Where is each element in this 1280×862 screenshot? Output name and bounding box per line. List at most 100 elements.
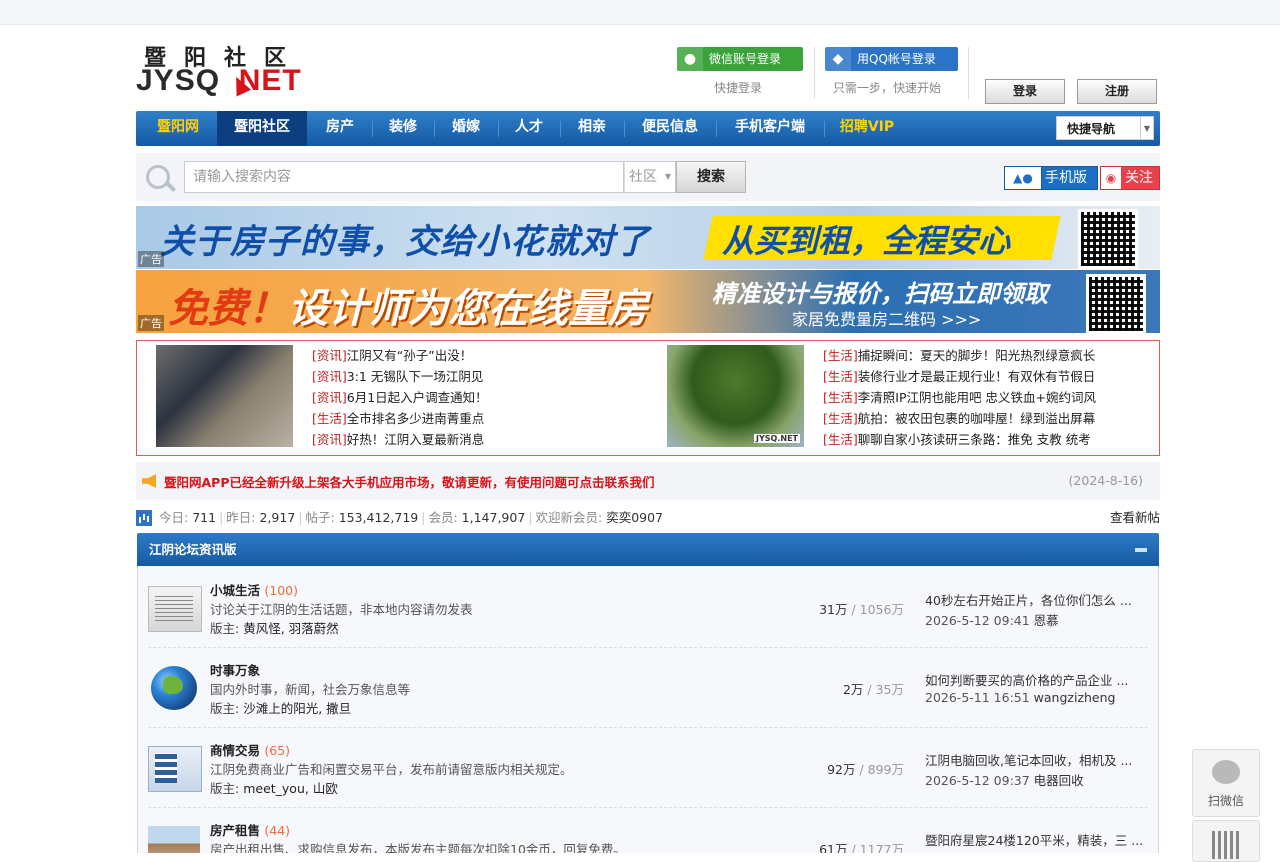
ad-banner-design[interactable]: 免费！设计师为您在线量房 精准设计与报价，扫码立即领取 家居免费量房二维码 >>…: [136, 270, 1160, 333]
search-input[interactable]: [185, 162, 623, 192]
board-counts: 2万 / 35万: [842, 682, 904, 697]
nav-divider: [560, 121, 561, 137]
board-name[interactable]: 小城生活 (100): [210, 580, 298, 599]
news-photo[interactable]: JYSQ.NET: [667, 345, 804, 447]
search-icon: [146, 165, 170, 189]
nav-divider: [372, 121, 373, 137]
collapse-icon[interactable]: [1135, 548, 1147, 552]
bar-chart-icon: [136, 510, 152, 526]
news-item[interactable]: [生活]捕捉瞬间：夏天的脚步！阳光热烈绿意疯长: [823, 345, 1163, 366]
mobile-version-button[interactable]: ▲● 手机版: [1004, 166, 1098, 190]
quick-nav-dropdown[interactable]: 快捷导航 ▼: [1056, 116, 1154, 140]
last-post-meta: 2026-5-12 09:41 恩慕: [925, 613, 1059, 628]
nav-divider: [624, 121, 625, 137]
site-logo[interactable]: 暨阳社区 JYSQ NET: [136, 40, 326, 102]
board-description: 房产出租出售、求购信息发布，本版发布主题每次扣除10金币，回复免费。: [210, 842, 626, 853]
board-moderators: 版主: 黄风怪, 羽落蔚然: [210, 621, 339, 636]
weibo-follow-button[interactable]: ◉ 关注: [1100, 166, 1160, 190]
nav-item-mobile-app[interactable]: 手机客户端: [720, 111, 820, 146]
section-title[interactable]: 江阴论坛资讯版: [149, 533, 237, 566]
last-post-user[interactable]: 电器回收: [1034, 773, 1084, 788]
trade-building-icon[interactable]: [148, 746, 202, 792]
board-name[interactable]: 商情交易 (65): [210, 740, 290, 759]
board-row: 小城生活 (100) 讨论关于江阴的生活话题，非本地内容请勿发表 版主: 黄风怪…: [148, 568, 1148, 648]
qq-login-button[interactable]: ◆ 用QQ帐号登录: [825, 47, 958, 71]
main-nav: 暨阳网 暨阳社区 房产 装修 婚嫁 人才 相亲 便民信息 手机客户端 招聘VIP…: [136, 111, 1160, 146]
wechat-float-button[interactable]: 扫微信: [1192, 749, 1260, 817]
board-name[interactable]: 时事万象: [210, 660, 260, 679]
qr-code-icon: [1078, 209, 1138, 269]
news-item[interactable]: [资讯]好热！江阴入夏最新消息: [312, 429, 652, 450]
board-counts: 31万 / 1056万: [819, 602, 904, 617]
weibo-icon: ◉: [1101, 167, 1121, 189]
stat-yesterday: 2,917: [259, 510, 296, 525]
divider: [968, 47, 969, 99]
news-item[interactable]: [生活]装修行业才是最正规行业！有双休有节假日: [823, 366, 1163, 387]
last-post-title[interactable]: 暨阳府星宸24楼120平米，精装，三 ...: [925, 830, 1143, 849]
news-list-left: [资讯]江阴又有“孙子”出没！ [资讯]3:1 无锡队下一场江阴见 [资讯]6月…: [312, 345, 652, 450]
nav-item-community[interactable]: 暨阳社区: [217, 111, 307, 146]
quick-nav-label: 快捷导航: [1067, 122, 1116, 136]
board-moderators: 版主: 沙滩上的阳光, 撒旦: [210, 701, 352, 716]
board-counts: 61万 / 1177万: [819, 842, 904, 853]
view-new-posts-link[interactable]: 查看新帖: [1110, 508, 1160, 528]
qr-code-icon: [1086, 274, 1146, 333]
banner-headline: 免费！设计师为您在线量房: [168, 285, 648, 332]
board-description: 讨论关于江阴的生活话题，非本地内容请勿发表: [210, 602, 473, 617]
house-icon[interactable]: [148, 826, 200, 853]
last-post-title[interactable]: 40秒左右开始正片，各位你们怎么 ...: [925, 590, 1132, 609]
board-name[interactable]: 房产租售 (44): [210, 820, 290, 839]
nav-item-recruit-vip[interactable]: 招聘VIP: [828, 111, 906, 146]
follow-label: 关注: [1125, 170, 1153, 186]
board-description: 国内外时事，新闻，社会万象信息等: [210, 682, 411, 697]
wechat-login-button[interactable]: ● 微信账号登录: [677, 47, 803, 71]
news-item[interactable]: [资讯]3:1 无锡队下一场江阴见: [312, 366, 652, 387]
last-post-title[interactable]: 如何判断要买的高价格的产品企业 ...: [925, 670, 1128, 689]
search-scope-select[interactable]: 社区 ▼: [624, 161, 676, 193]
wechat-float-label: 扫微信: [1207, 794, 1244, 808]
logo-english: JYSQ NET: [136, 64, 302, 97]
chevron-down-icon: ▼: [1140, 117, 1153, 139]
divider: [814, 47, 815, 99]
newest-member-link[interactable]: 奕奕0907: [606, 510, 663, 525]
announcement-link[interactable]: 暨阳网APP已经全新升级上架各大手机应用市场，敬请更新，有使用问题可点击联系我们: [164, 472, 655, 491]
chevron-down-icon: ▼: [664, 172, 671, 181]
nav-item-wedding[interactable]: 婚嫁: [438, 111, 494, 146]
ad-label: 广告: [138, 315, 164, 331]
nav-divider: [716, 121, 717, 137]
ad-banner-house[interactable]: 关于房子的事，交给小花就对了 从买到租，全程安心 广告: [136, 206, 1160, 269]
register-button[interactable]: 注册: [1077, 79, 1157, 104]
ad-label: 广告: [138, 251, 164, 267]
announcement-date: (2024-8-16): [1068, 473, 1143, 488]
banner-subtext: 家居免费量房二维码 >>>: [792, 310, 982, 329]
board-row: 商情交易 (65) 江阴免费商业广告和闲置交易平台，发布前请留意版内相关规定。 …: [148, 728, 1148, 808]
news-item[interactable]: [生活]聊聊自家小孩读研三条路：推免 支教 统考: [823, 429, 1163, 450]
board-description: 江阴免费商业广告和闲置交易平台，发布前请留意版内相关规定。: [210, 762, 573, 777]
qq-penguin-icon: ◆: [825, 47, 851, 71]
globe-icon[interactable]: [151, 666, 197, 710]
news-photo[interactable]: [156, 345, 293, 447]
nav-item-dating[interactable]: 相亲: [564, 111, 620, 146]
newspaper-icon[interactable]: [148, 586, 202, 632]
nav-item-services[interactable]: 便民信息: [628, 111, 712, 146]
board-counts: 92万 / 899万: [827, 762, 904, 777]
login-button[interactable]: 登录: [985, 79, 1065, 104]
news-item[interactable]: [资讯]江阴又有“孙子”出没！: [312, 345, 652, 366]
last-post-user[interactable]: wangzizheng: [1034, 690, 1116, 705]
wechat-icon: [1212, 760, 1240, 784]
search-button[interactable]: 搜索: [676, 161, 746, 193]
last-post-user[interactable]: 恩慕: [1034, 613, 1059, 628]
news-item[interactable]: [生活]全市排名多少进南菁重点: [312, 408, 652, 429]
news-item[interactable]: [生活]李清照IP江阴也能用吧 忠义铁血+婉约词风: [823, 387, 1163, 408]
qr-float-button[interactable]: [1192, 820, 1260, 862]
last-post-title[interactable]: 江阴电脑回收,笔记本回收，相机及 ...: [925, 750, 1132, 769]
last-post-meta: 2026-5-12 09:37 电器回收: [925, 773, 1084, 788]
stat-today: 711: [192, 510, 217, 525]
nav-item-jyw[interactable]: 暨阳网: [144, 111, 212, 146]
announcement-bar: 暨阳网APP已经全新升级上架各大手机应用市场，敬请更新，有使用问题可点击联系我们…: [136, 462, 1160, 500]
nav-item-decor[interactable]: 装修: [376, 111, 430, 146]
nav-item-house[interactable]: 房产: [312, 111, 368, 146]
news-item[interactable]: [资讯]6月1日起入户调查通知！: [312, 387, 652, 408]
nav-item-jobs[interactable]: 人才: [502, 111, 556, 146]
news-item[interactable]: [生活]航拍：被农田包裹的咖啡屋！绿到溢出屏幕: [823, 408, 1163, 429]
